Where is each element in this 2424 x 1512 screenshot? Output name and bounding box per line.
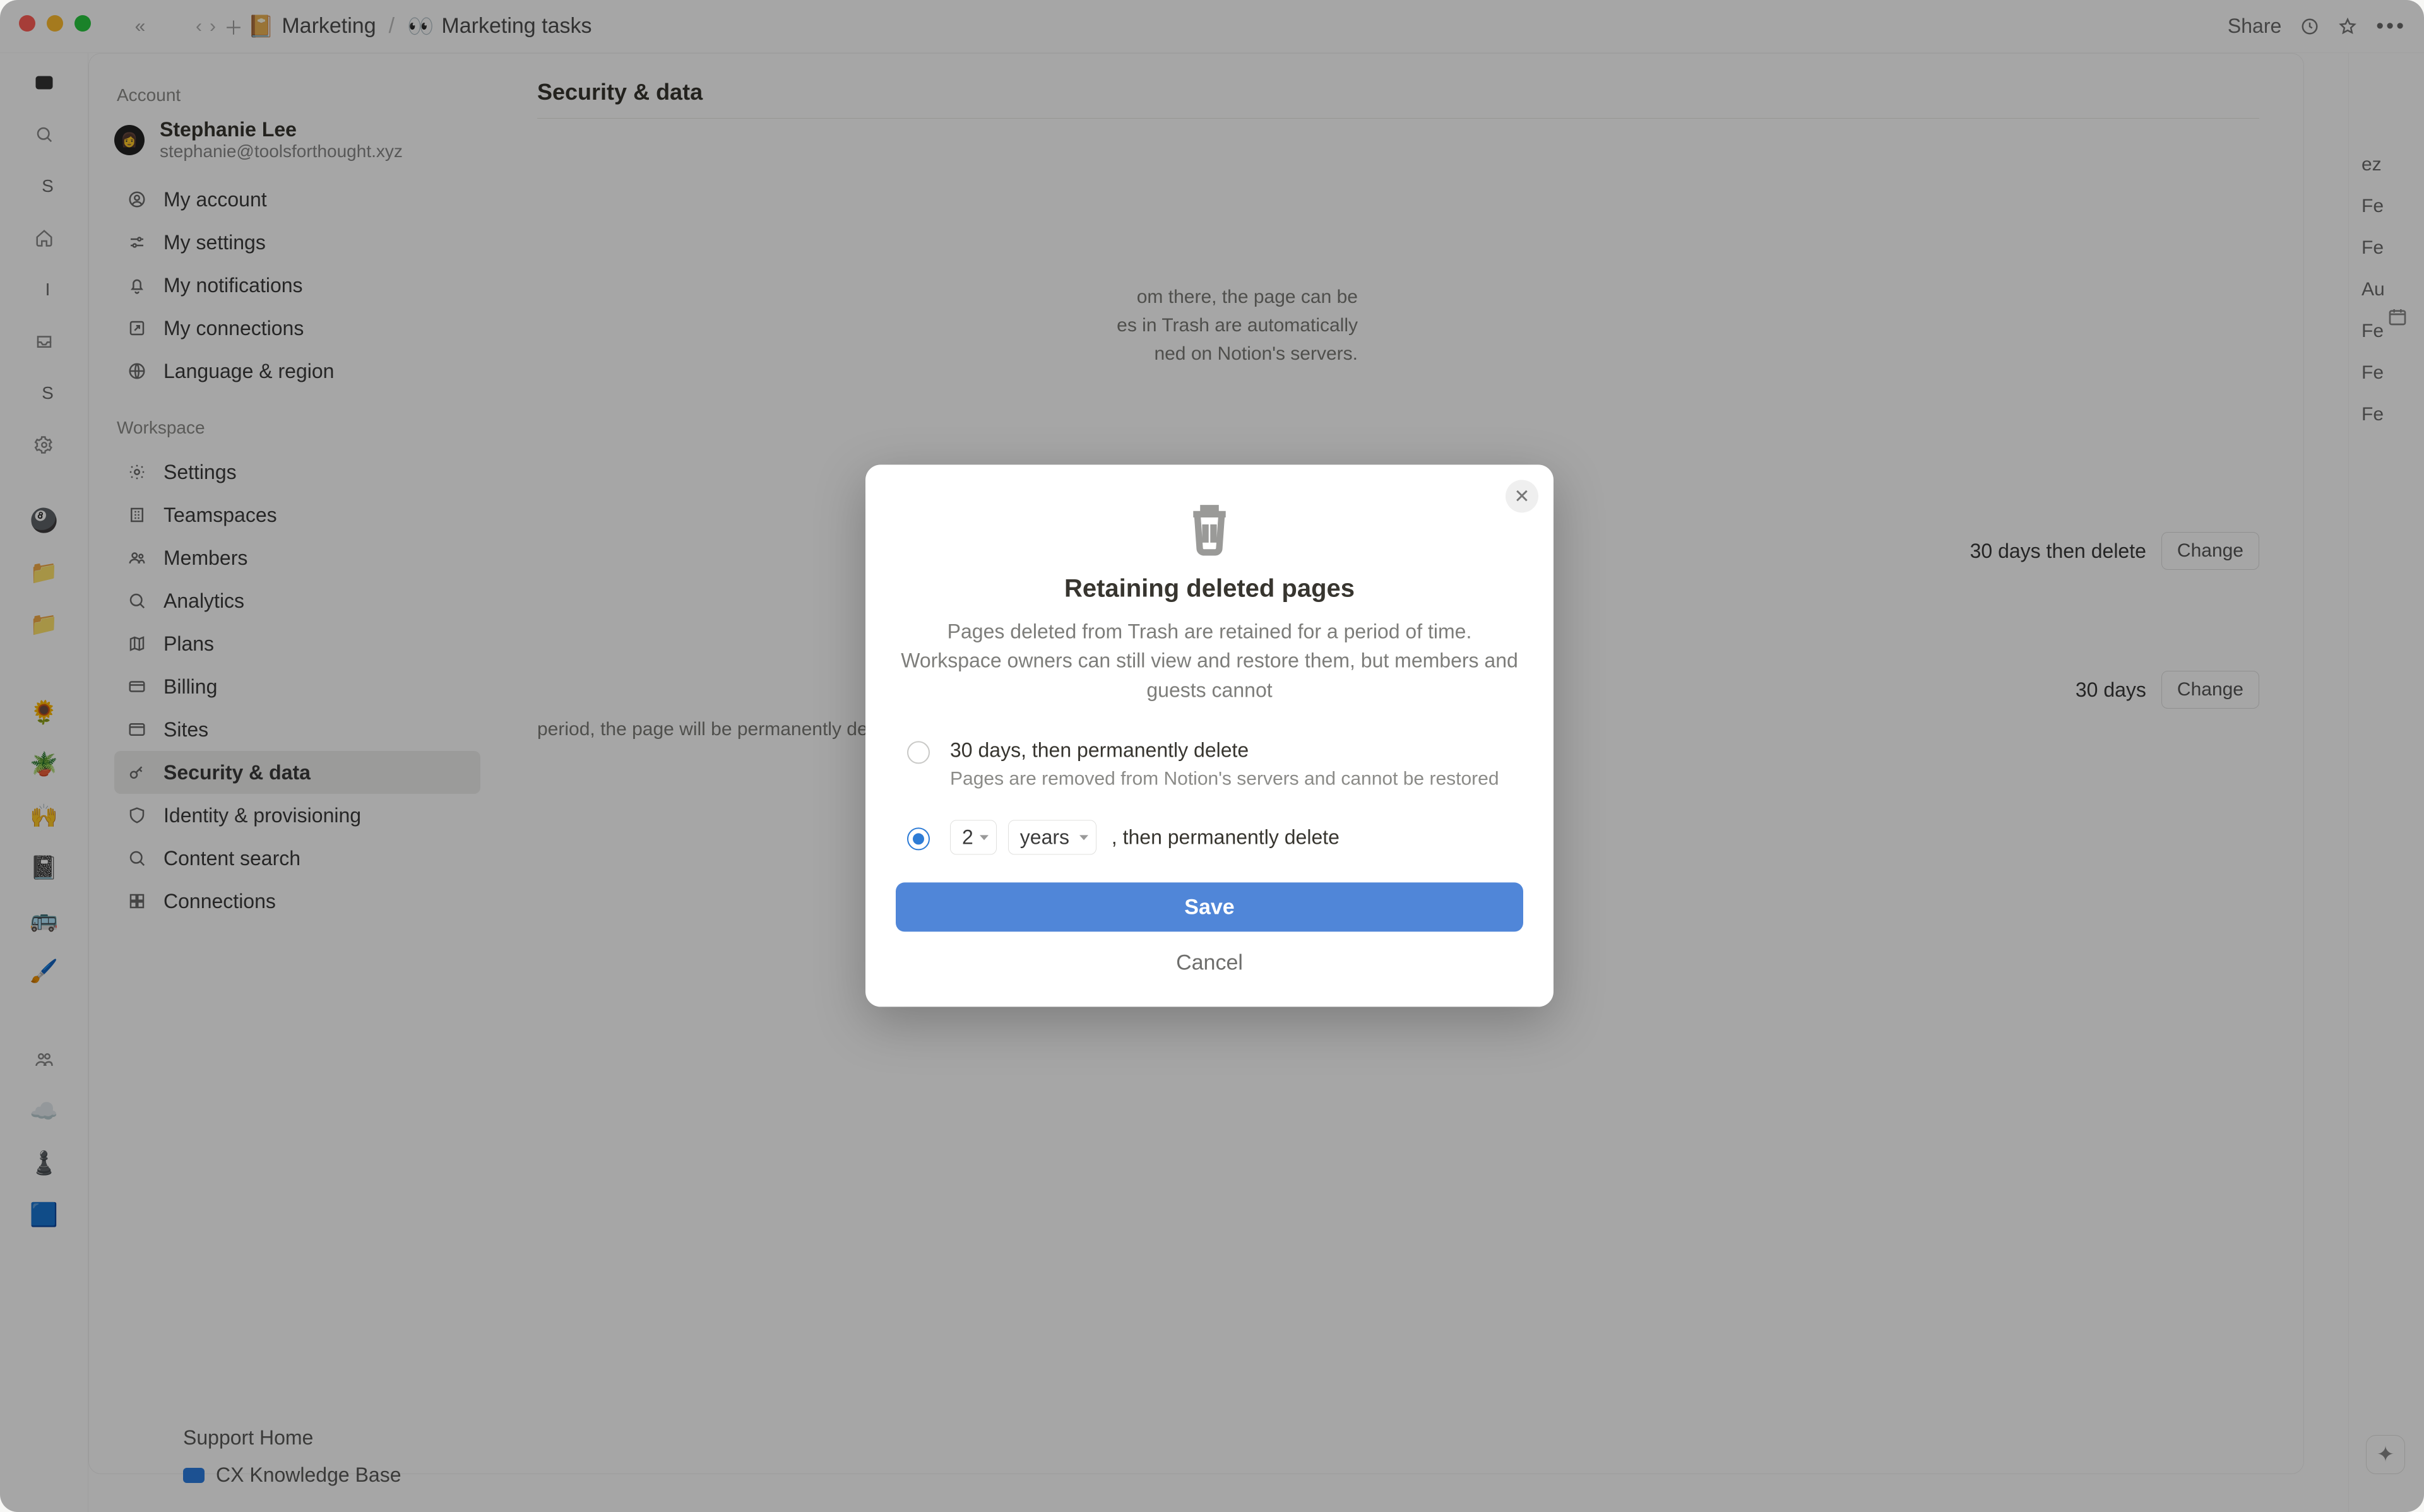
option-custom-tail: , then permanently delete <box>1112 826 1340 849</box>
app-window: « ‹ › ＋ 📔 Marketing / 👀 Marketing tasks … <box>0 0 2424 1512</box>
radio-checked[interactable] <box>907 827 930 850</box>
option-custom[interactable]: 2 years , then permanently delete <box>907 820 1512 855</box>
save-button[interactable]: Save <box>896 883 1523 932</box>
option-30days-title: 30 days, then permanently delete <box>950 739 1499 762</box>
close-icon[interactable]: ✕ <box>1506 480 1538 512</box>
modal-title: Retaining deleted pages <box>896 574 1523 603</box>
cancel-button[interactable]: Cancel <box>896 932 1523 979</box>
modal-options: 30 days, then permanently delete Pages a… <box>907 739 1512 855</box>
duration-number-select[interactable]: 2 <box>950 820 997 855</box>
trash-icon <box>896 500 1523 557</box>
retain-modal: ✕ Retaining deleted pages Pages deleted … <box>865 464 1554 1007</box>
radio-unchecked[interactable] <box>907 741 930 764</box>
option-30days[interactable]: 30 days, then permanently delete Pages a… <box>907 739 1512 793</box>
modal-subtitle: Pages deleted from Trash are retained fo… <box>896 617 1523 704</box>
option-30days-sub: Pages are removed from Notion's servers … <box>950 766 1499 793</box>
duration-unit-select[interactable]: years <box>1008 820 1096 855</box>
